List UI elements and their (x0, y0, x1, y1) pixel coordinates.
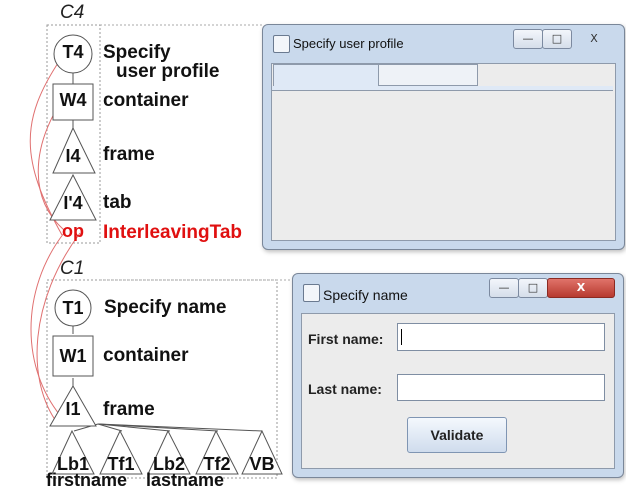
maximize-button[interactable]: □ (542, 29, 572, 49)
minimize-button[interactable]: — (489, 278, 519, 298)
node-w1: W1 (59, 346, 87, 366)
task-specify-name-label: Specify name (104, 297, 227, 318)
context-c4-label: C4 (60, 2, 85, 23)
task-user-profile-label: user profile (116, 61, 220, 82)
frame-label-c1: frame (103, 399, 155, 420)
context-c1-label: C1 (60, 258, 85, 279)
maximize-icon: □ (551, 32, 563, 45)
maximize-button[interactable]: □ (518, 278, 548, 298)
tab-2[interactable] (378, 64, 478, 86)
close-icon: X (576, 281, 586, 294)
leaf-caption-firstname: firstname (46, 470, 128, 490)
tab-1[interactable] (273, 64, 379, 87)
operator-op: op (62, 221, 84, 241)
last-name-field[interactable] (397, 374, 605, 401)
close-icon: X (590, 32, 598, 45)
container-label: container (103, 90, 189, 111)
form-panel: First name: Last name: Validate (301, 313, 615, 469)
frame-label: frame (103, 144, 155, 165)
leaf-caption-lastname: lastname (146, 470, 225, 490)
node-i1: I1 (65, 399, 81, 419)
node-t4: T4 (62, 42, 84, 62)
container-label-c1: container (103, 345, 189, 366)
window-title: Specify user profile (293, 36, 404, 51)
java-app-icon (303, 284, 320, 302)
first-name-field[interactable] (397, 323, 605, 351)
tab-label: tab (103, 192, 132, 213)
java-app-icon (273, 35, 290, 53)
window-specify-name: Specify name — □ X First name: Last name… (292, 273, 624, 478)
node-i4: I4 (65, 146, 81, 166)
window-title: Specify name (323, 287, 408, 303)
tabbed-pane (271, 63, 616, 241)
maximize-icon: □ (527, 281, 539, 294)
close-button[interactable]: X (547, 278, 615, 298)
close-button[interactable]: X (571, 29, 617, 49)
node-w4: W4 (59, 90, 87, 110)
minimize-button[interactable]: — (513, 29, 543, 49)
minimize-icon: — (498, 281, 510, 294)
first-name-label: First name: (308, 331, 384, 347)
last-name-label: Last name: (308, 381, 382, 397)
node-i4-prime: I'4 (63, 193, 83, 213)
leaf-vb: VB (249, 454, 275, 474)
interleaving-tab-label: InterleavingTab (103, 222, 243, 243)
window-user-profile: Specify user profile — □ X (262, 24, 625, 250)
tab-strip-underline (272, 86, 613, 91)
validate-button[interactable]: Validate (407, 417, 507, 453)
node-t1: T1 (62, 298, 84, 318)
text-caret (401, 329, 402, 345)
minimize-icon: — (522, 32, 534, 45)
